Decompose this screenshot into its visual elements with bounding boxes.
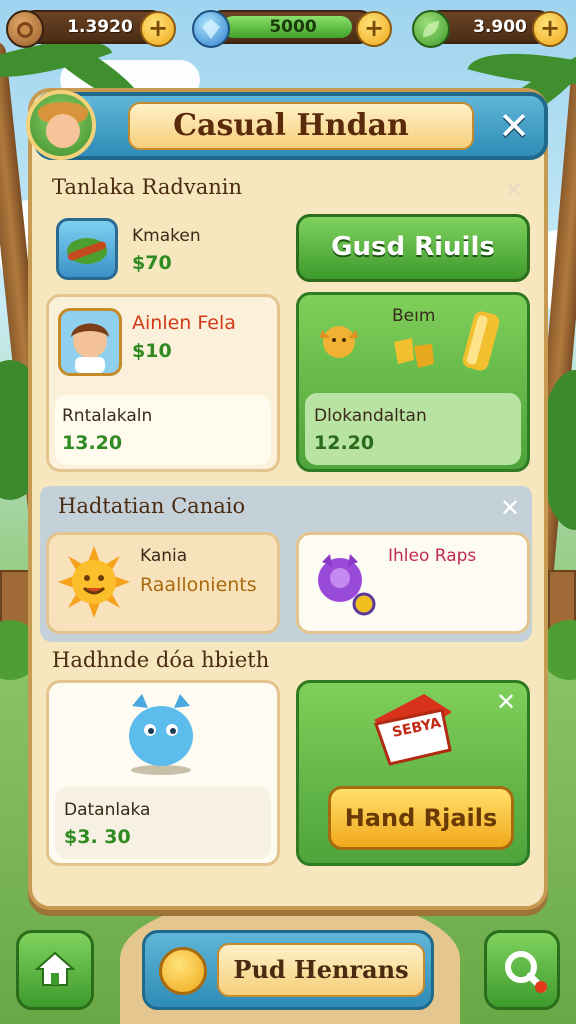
- pud-henrans-label: Pud Henrans: [233, 955, 409, 984]
- gem-icon: [192, 10, 230, 48]
- leaf-icon: [412, 10, 450, 48]
- section-close-button[interactable]: ✕: [504, 178, 524, 202]
- dlokandaltan-label: Dlokandaltan: [314, 406, 427, 426]
- card-footer: [55, 787, 271, 859]
- gem-value: 5000: [269, 17, 317, 37]
- section-title: Tanlaka Radvanin: [52, 175, 242, 199]
- ihleo-raps-name: Ihleo Raps: [388, 546, 477, 566]
- coin-icon: [159, 947, 207, 995]
- rntalakaln-label: Rntalakaln: [62, 406, 153, 426]
- search-icon: [505, 951, 547, 993]
- gem-counter: 5000: [206, 10, 376, 44]
- title-bar: Casual Hndan ✕: [34, 92, 548, 160]
- character-portrait-icon: [58, 308, 122, 376]
- home-icon: [34, 951, 76, 986]
- section-title: Hadtatian Canaio: [58, 494, 246, 518]
- raallonients-label: Raallonients: [140, 574, 257, 596]
- add-leaves-button[interactable]: +: [532, 11, 568, 47]
- avatar-face: [46, 114, 80, 148]
- hand-rjails-button[interactable]: Hand Rjails: [328, 786, 514, 850]
- red-ticket-icon: SEBYA: [362, 684, 462, 772]
- golden-boots-icon: [390, 334, 438, 372]
- item-kmaken-icon[interactable]: [56, 218, 118, 280]
- pud-henrans-button[interactable]: Pud Henrans: [142, 930, 434, 1010]
- ainlen-fela-name: Ainlen Fela: [132, 312, 236, 334]
- beim-name: Beım: [392, 306, 436, 326]
- datanlaka-price: $3. 30: [64, 826, 131, 848]
- coin-value: 1.3920: [67, 17, 133, 37]
- home-button[interactable]: [16, 930, 94, 1010]
- page-title: Casual Hndan: [173, 108, 409, 143]
- datanlaka-label: Datanlaka: [64, 800, 151, 820]
- add-coins-button[interactable]: +: [140, 11, 176, 47]
- dlokandaltan-price: 12.20: [314, 432, 375, 454]
- golden-scroll-icon: [456, 306, 506, 376]
- search-button[interactable]: [484, 930, 560, 1010]
- ainlen-fela-price: $10: [132, 340, 172, 362]
- card-close-button[interactable]: ✕: [496, 690, 516, 714]
- section-close-button[interactable]: ✕: [500, 496, 520, 520]
- item-kmaken-price: $70: [132, 252, 172, 274]
- sun-icon: [56, 544, 132, 620]
- rntalakaln-price: 13.20: [62, 432, 123, 454]
- kania-name: Kania: [140, 546, 188, 566]
- purple-creature-icon: [308, 546, 382, 618]
- blue-pet-icon: [118, 686, 204, 776]
- item-kmaken-name: Kmaken: [132, 226, 201, 246]
- coin-bag-icon: [6, 10, 44, 48]
- add-gems-button[interactable]: +: [356, 11, 392, 47]
- card-footer: [305, 393, 521, 465]
- gusd-riuils-button[interactable]: Gusd Riuils: [296, 214, 530, 282]
- close-button[interactable]: ✕: [494, 106, 534, 146]
- player-avatar[interactable]: [26, 90, 96, 160]
- section-title: Hadhnde dóa hbieth: [52, 648, 270, 672]
- golden-dog-icon: [312, 316, 366, 366]
- resource-bar: 1.3920 + 5000 + 3.900 +: [0, 6, 576, 48]
